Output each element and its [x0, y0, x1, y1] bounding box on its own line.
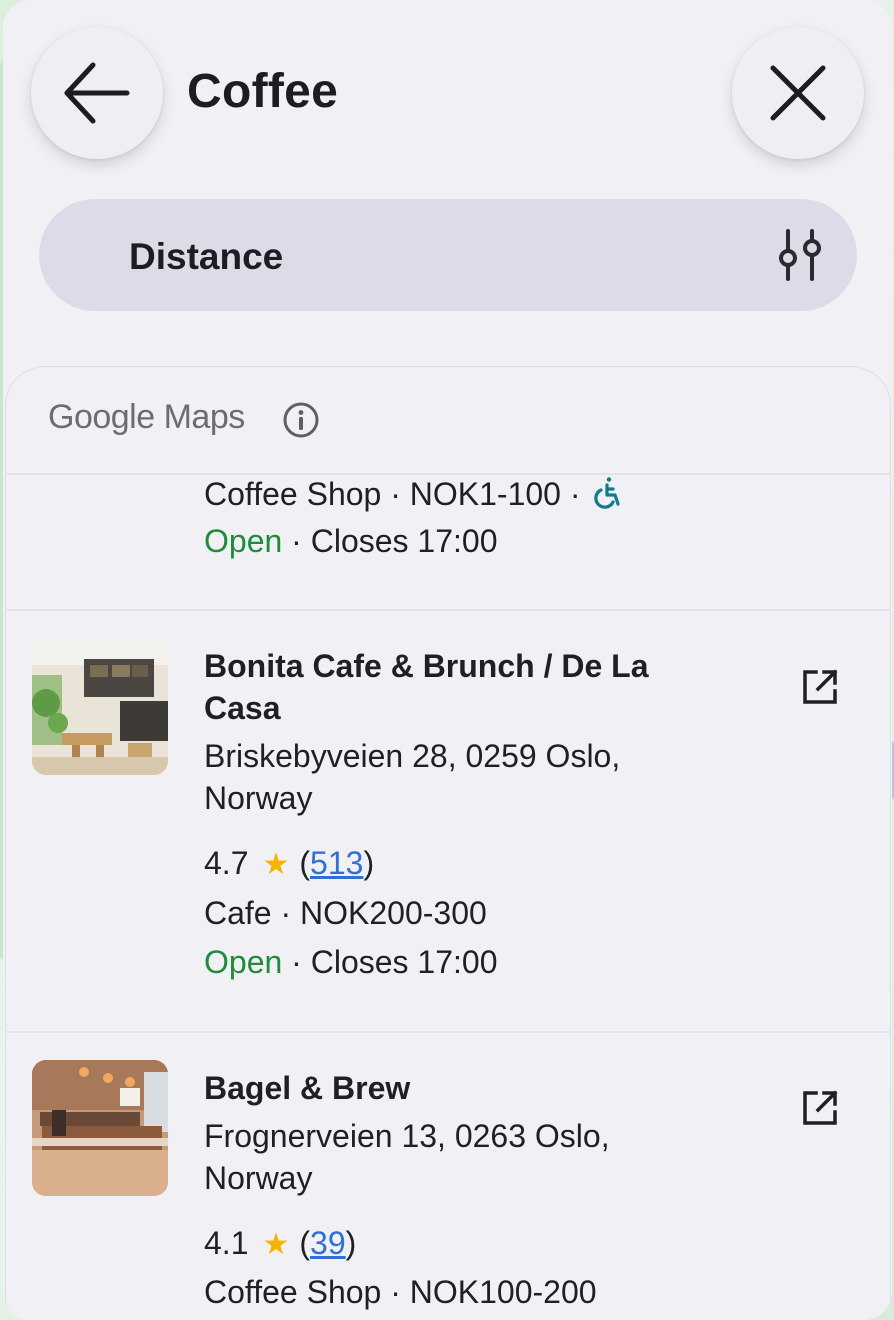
place-name[interactable]: Bonita Cafe & Brunch / De La Casa: [204, 645, 724, 729]
paren-close: ): [363, 845, 375, 881]
paren-open: (: [299, 1225, 311, 1261]
back-button[interactable]: [31, 27, 163, 159]
place-address: Briskebyveien 28, 0259 Oslo, Norway: [204, 738, 621, 816]
wheelchair-icon: [594, 477, 620, 509]
item-price: NOK1-100: [409, 476, 561, 512]
close-button[interactable]: [732, 27, 864, 159]
open-external-icon[interactable]: [800, 1088, 840, 1128]
open-status: Open: [204, 523, 283, 559]
closing-hours: Closes 17:00: [310, 944, 498, 980]
rating-value: 4.7: [204, 845, 249, 881]
item-price: NOK200-300: [300, 895, 487, 931]
separator: ·: [381, 476, 410, 512]
place-name[interactable]: Bagel & Brew: [204, 1067, 724, 1109]
item-price: NOK100-200: [409, 1274, 597, 1310]
rating-row: 4.7 ★ (513): [204, 845, 374, 882]
item-category: Cafe: [204, 895, 272, 931]
star-icon: ★: [262, 848, 290, 881]
place-address: Frognerveien 13, 0263 Oslo, Norway: [204, 1118, 610, 1196]
filter-sliders-icon[interactable]: [772, 227, 828, 283]
results-list[interactable]: Google Maps Coffee Shop · NOK1-100 · Ope…: [5, 366, 891, 1320]
closing-hours: Closes 17:00: [310, 523, 498, 559]
separator: ·: [381, 1274, 410, 1310]
sort-label: Distance: [129, 236, 284, 277]
page-title: Coffee: [187, 65, 339, 118]
attribution-row: Google Maps: [6, 367, 890, 475]
item-hours-line: Open · Closes 17:00: [204, 523, 498, 560]
separator: ·: [560, 476, 590, 512]
item-category: Coffee Shop: [204, 1274, 382, 1310]
open-status: Open: [204, 944, 283, 980]
rating-value: 4.1: [204, 1225, 249, 1261]
place-photo: [32, 1060, 168, 1196]
result-item[interactable]: Bonita Cafe & Brunch / De La Casa Briske…: [6, 611, 890, 1033]
logo-word-maps: Maps: [163, 398, 246, 436]
review-count-link[interactable]: 513: [310, 845, 363, 881]
item-hours-line: Open · Closes 17:00: [204, 944, 498, 981]
back-arrow-icon: [64, 62, 130, 124]
item-meta-line: Coffee Shop · NOK1-100 ·: [204, 475, 623, 513]
paren-open: (: [299, 845, 311, 881]
sort-dropdown[interactable]: Distance: [39, 199, 857, 311]
item-category: Coffee Shop: [204, 476, 382, 512]
list-item[interactable]: Coffee Shop · NOK1-100 · Open · Closes 1…: [6, 475, 890, 611]
item-meta-line: Cafe · NOK200-300: [204, 895, 487, 932]
info-icon[interactable]: [282, 401, 320, 439]
star-icon: ★: [262, 1228, 290, 1261]
search-results-panel: Coffee Distance Google Maps Coffee Shop …: [3, 0, 892, 1320]
item-meta-line: Coffee Shop · NOK100-200: [204, 1274, 597, 1311]
result-item[interactable]: Bagel & Brew Frognerveien 13, 0263 Oslo,…: [6, 1033, 890, 1320]
place-photo: [32, 639, 168, 775]
rating-row: 4.1 ★ (39): [204, 1225, 356, 1262]
separator: ·: [271, 895, 301, 931]
paren-close: ): [345, 1225, 357, 1261]
open-external-icon[interactable]: [800, 667, 840, 707]
separator: ·: [282, 944, 311, 980]
google-maps-logo: Google Maps: [48, 398, 245, 437]
close-icon: [770, 65, 826, 121]
logo-word-google: Google: [48, 398, 155, 436]
separator: ·: [282, 523, 311, 559]
review-count-link[interactable]: 39: [310, 1225, 346, 1261]
